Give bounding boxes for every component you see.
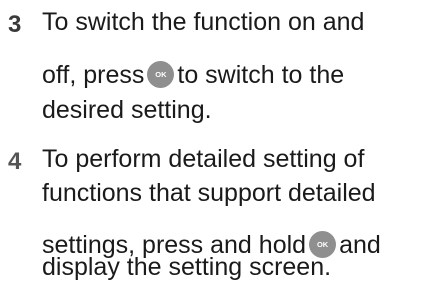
step-3-line-2-after: to switch to the	[177, 61, 345, 89]
step-number: 3	[8, 11, 22, 38]
ok-button-icon: OK	[147, 60, 175, 88]
step-4-line-1: To perform detailed setting of	[42, 145, 365, 173]
step-3-line-2-before: off, press	[42, 61, 145, 89]
step-4-line-3-after: and	[339, 231, 381, 259]
ok-button-label: OK	[155, 69, 167, 79]
step-3-line-3: desired setting.	[42, 96, 212, 124]
instruction-page: { "steps": [ { "number": "3", "lines": {…	[0, 0, 427, 283]
step-4-line-4: display the setting screen.	[42, 253, 332, 281]
step-3-line-1: To switch the function on and	[42, 8, 365, 36]
step-number: 4	[8, 148, 22, 175]
step-4-line-2: functions that support detailed	[42, 179, 376, 207]
step-3-line-2: off, press OK to switch to the	[42, 60, 344, 90]
